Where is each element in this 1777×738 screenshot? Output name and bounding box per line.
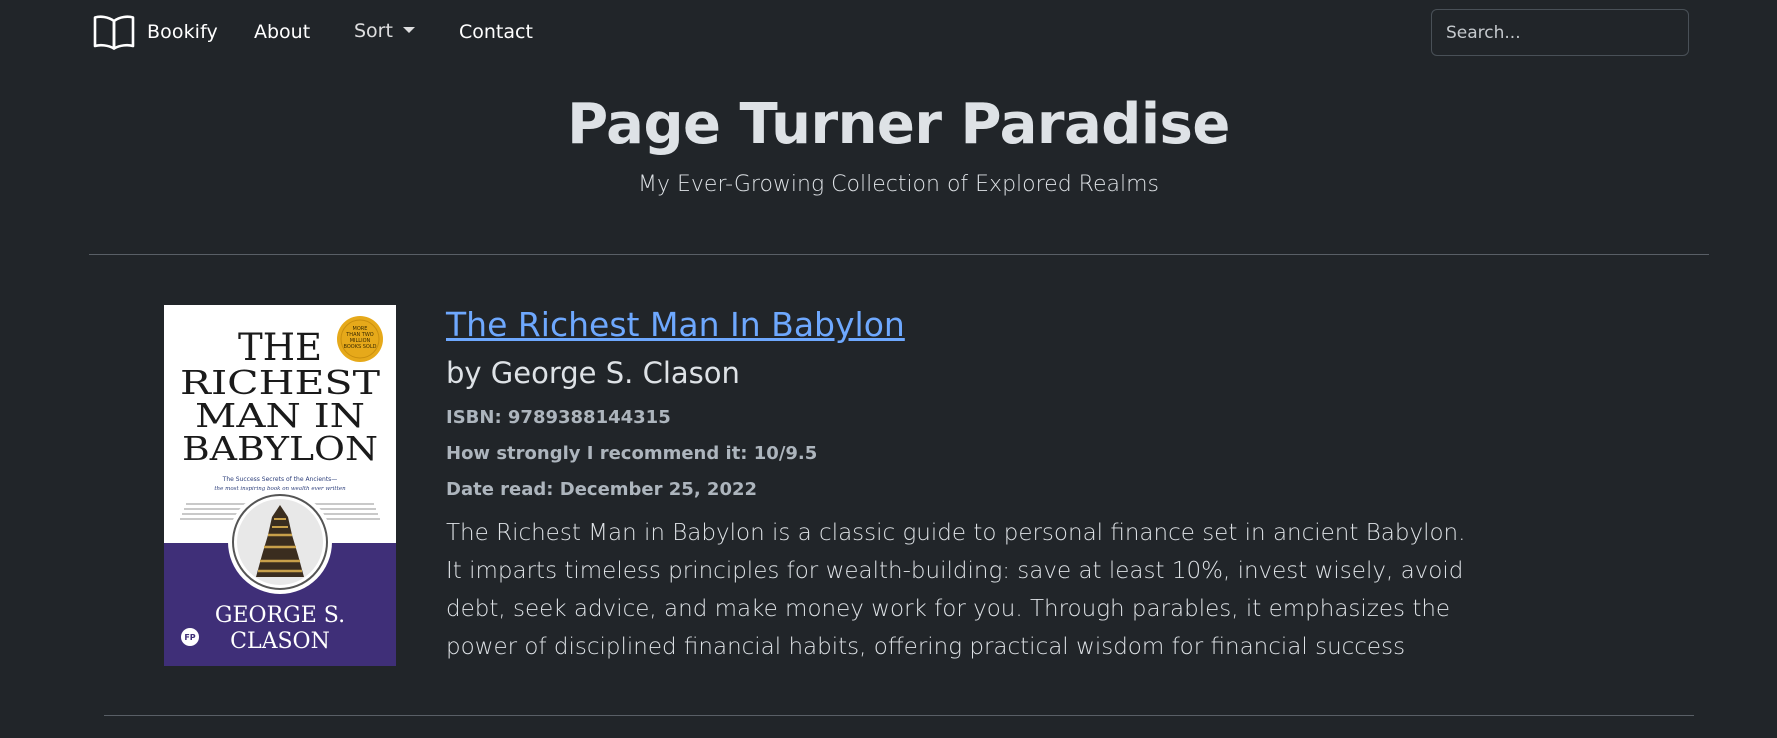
nav-dropdown-sort[interactable]: Sort (354, 19, 415, 43)
book-date-read: Date read: December 25, 2022 (446, 479, 758, 500)
book-cover-art: MORE THAN TWO MILLION BOOKS SOLD THE RIC… (164, 305, 396, 666)
publisher-mark: FP (184, 633, 195, 642)
book-isbn: ISBN: 9789388144315 (446, 407, 671, 428)
badge-text-4: BOOKS SOLD (343, 344, 376, 350)
open-book-icon (93, 15, 135, 50)
page-title: Page Turner Paradise (567, 92, 1230, 157)
book-cover-image: MORE THAN TWO MILLION BOOKS SOLD THE RIC… (164, 305, 396, 666)
search-input[interactable] (1431, 9, 1689, 56)
caret-down-icon (402, 27, 415, 33)
cover-title-line-4: BABYLON (182, 429, 378, 468)
cover-tagline-1: The Success Secrets of the Ancients— (222, 476, 338, 483)
cover-author-line-2: CLASON (230, 629, 330, 654)
top-navbar: Bookify About Sort Contact (0, 0, 1777, 64)
book-description: The Richest Man in Babylon is a classic … (446, 520, 1466, 660)
book-title-link[interactable]: The Richest Man In Babylon (446, 300, 1486, 350)
cover-author-line-1: GEORGE S. (215, 603, 345, 628)
sort-label: Sort (354, 20, 393, 42)
book-entry: The Richest Man In Babylon by George S. … (446, 300, 1486, 666)
nav-link-contact[interactable]: Contact (459, 20, 533, 44)
tower-of-babylon-illustration (228, 490, 332, 594)
brand-label: Bookify (147, 21, 218, 43)
book-recommendation: How strongly I recommend it: 10/9.5 (446, 443, 818, 464)
header-divider (89, 254, 1709, 255)
page-subtitle: My Ever-Growing Collection of Explored R… (638, 172, 1159, 197)
book-divider (104, 715, 1694, 716)
brand-link[interactable]: Bookify (93, 12, 218, 52)
nav-link-about[interactable]: About (254, 20, 310, 44)
book-author: by George S. Clason (446, 356, 740, 390)
